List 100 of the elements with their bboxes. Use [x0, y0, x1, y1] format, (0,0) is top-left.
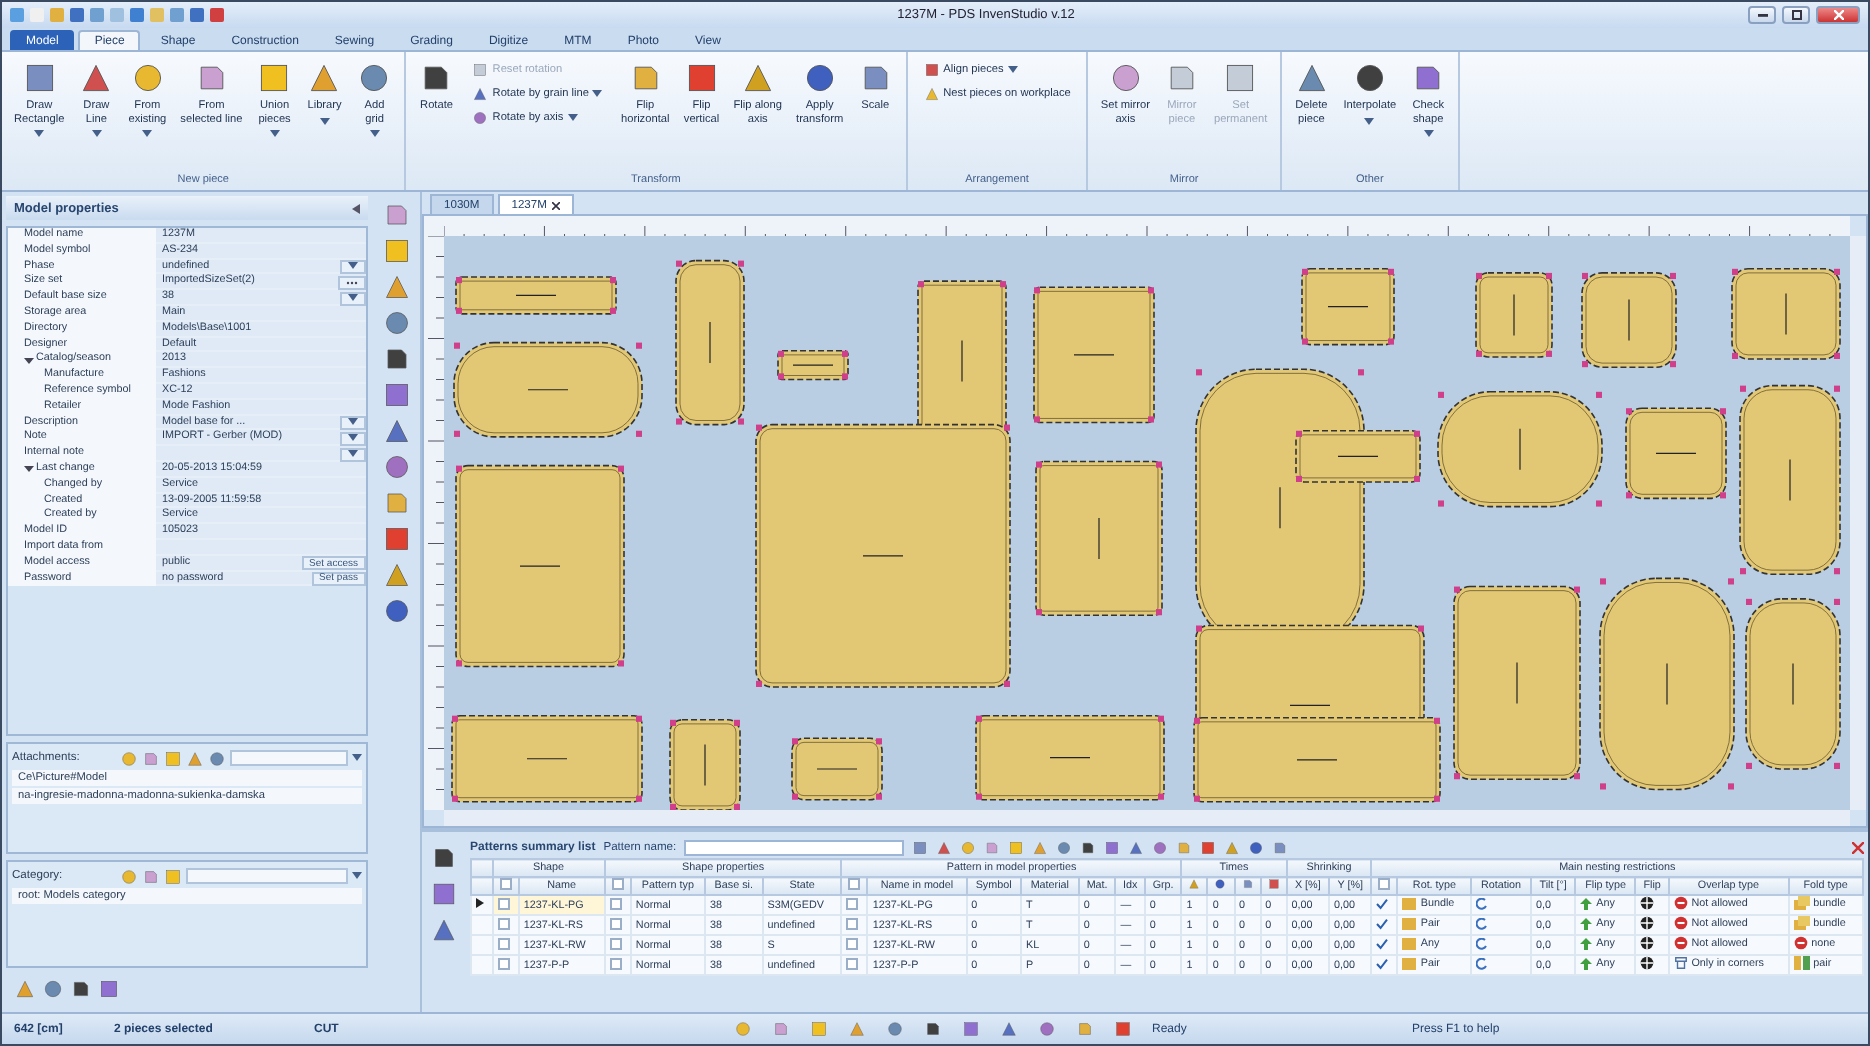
tool-icon[interactable]: [70, 978, 92, 1000]
forbidden-icon: [1673, 916, 1688, 930]
tool-icon: [683, 60, 720, 96]
expand-toggle-icon[interactable]: [24, 355, 34, 366]
caret-icon: [592, 90, 603, 98]
tool-icon[interactable]: [381, 236, 411, 266]
tool-icon[interactable]: [430, 844, 458, 872]
dropdown-button[interactable]: [340, 447, 366, 462]
tool-icon[interactable]: [924, 1020, 942, 1038]
pattern-piece: [1475, 272, 1553, 358]
tool-icon[interactable]: [381, 452, 411, 482]
dropdown-field[interactable]: [230, 750, 348, 766]
forbidden-icon: [1673, 936, 1688, 950]
tool-icon[interactable]: [98, 978, 120, 1000]
quadrant-circle-icon: [1640, 936, 1655, 950]
ellipsis-button[interactable]: [338, 275, 366, 290]
tool-icon: [129, 60, 166, 96]
corners-icon: [1673, 956, 1688, 970]
caret-icon: [142, 130, 153, 138]
tool-icon[interactable]: [381, 272, 411, 302]
dropdown-button[interactable]: [340, 291, 366, 306]
caret-icon: [34, 130, 45, 138]
caret-icon: [269, 130, 280, 138]
pattern-piece: [777, 350, 849, 381]
caret-icon: [352, 872, 362, 880]
tool-icon: [801, 60, 838, 96]
tool-icon: [1107, 60, 1144, 96]
maximize-button[interactable]: [1782, 6, 1810, 24]
checkbox[interactable]: [846, 937, 859, 949]
checkbox[interactable]: [497, 957, 510, 969]
caret-icon: [1423, 130, 1434, 138]
close-button[interactable]: [1816, 6, 1860, 24]
tool-icon: [1351, 60, 1388, 96]
tool-icon[interactable]: [381, 308, 411, 338]
tool-icon[interactable]: [430, 880, 458, 908]
caret-icon: [91, 130, 102, 138]
checkmark-icon[interactable]: [1376, 917, 1389, 929]
checkbox[interactable]: [846, 957, 859, 969]
checkbox[interactable]: [609, 917, 622, 929]
checkbox[interactable]: [497, 937, 510, 949]
ruler-corner: [424, 216, 444, 236]
tool-icon: [78, 60, 115, 96]
paired-sheets-icon: [1793, 956, 1810, 970]
caret-icon: [369, 130, 380, 138]
maximize-icon: [1791, 10, 1801, 20]
tool-icon[interactable]: [381, 344, 411, 374]
dots-icon: [346, 279, 358, 286]
tool-icon[interactable]: [381, 596, 411, 626]
checkbox[interactable]: [846, 897, 859, 909]
pattern-piece: [1033, 286, 1155, 424]
checkbox[interactable]: [609, 897, 622, 909]
expand-toggle-icon[interactable]: [24, 464, 34, 475]
checkbox[interactable]: [846, 917, 859, 929]
dropdown-field[interactable]: [186, 868, 348, 884]
checkmark-icon[interactable]: [1376, 897, 1389, 909]
checkmark-icon[interactable]: [1376, 957, 1389, 969]
pattern-piece: [1731, 268, 1841, 360]
tool-icon[interactable]: [381, 524, 411, 554]
pattern-piece: [1301, 268, 1395, 346]
checkmark-icon[interactable]: [1376, 937, 1389, 949]
checkbox[interactable]: [497, 917, 510, 929]
tool-icon: [21, 60, 58, 96]
collapse-icon[interactable]: [352, 203, 360, 213]
quadrant-circle-icon: [1640, 916, 1655, 930]
tool-icon: [356, 60, 393, 96]
tool-icon: [306, 60, 343, 96]
tool-icon[interactable]: [381, 416, 411, 446]
horizontal-scrollbar[interactable]: [444, 810, 1850, 826]
caret-icon: [319, 117, 330, 125]
caret-icon: [1007, 66, 1018, 74]
checkbox[interactable]: [497, 897, 510, 909]
caret-icon: [352, 754, 362, 762]
tool-icon[interactable]: [430, 916, 458, 944]
tool-icon[interactable]: [381, 380, 411, 410]
dropdown-button[interactable]: [340, 431, 366, 446]
caret-icon: [567, 114, 578, 122]
minimize-icon: [1757, 13, 1767, 17]
checkbox[interactable]: [609, 957, 622, 969]
tool-icon: [1293, 60, 1330, 96]
tool-icon: [1222, 60, 1259, 96]
quadrant-circle-icon: [1640, 896, 1655, 910]
tool-icon[interactable]: [381, 560, 411, 590]
close-icon: [1833, 10, 1843, 20]
pattern-piece: [1625, 407, 1727, 500]
caret-icon: [1364, 117, 1375, 125]
forbidden-icon: [1793, 936, 1808, 950]
forbidden-icon: [1673, 896, 1688, 910]
tool-icon[interactable]: [1000, 1020, 1018, 1038]
pattern-piece: [791, 737, 883, 801]
tool-icon: [739, 60, 776, 96]
vertical-scrollbar[interactable]: [1850, 236, 1866, 810]
pattern-name-field[interactable]: [684, 839, 905, 855]
pattern-piece: [1581, 272, 1677, 368]
close-icon[interactable]: [552, 201, 561, 209]
tool-icon: [256, 60, 293, 96]
quadrant-circle-icon: [1640, 956, 1655, 970]
pattern-piece: [669, 719, 741, 810]
checkbox[interactable]: [609, 937, 622, 949]
current-row-icon: [476, 898, 484, 908]
minimize-button[interactable]: [1748, 6, 1776, 24]
